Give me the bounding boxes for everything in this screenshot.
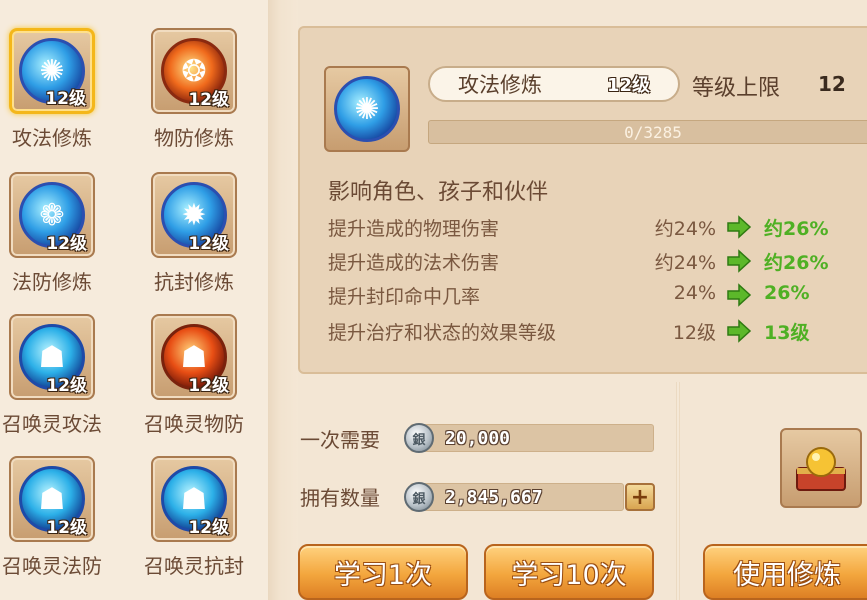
skill-level-badge: 12级 bbox=[188, 90, 229, 110]
skill-item-summon-seal-resist[interactable]: ☗ 12级 召唤灵抗封 bbox=[129, 456, 259, 596]
arrow-right-icon bbox=[727, 283, 752, 307]
learn-ten-button[interactable]: 学习10次 bbox=[484, 544, 654, 600]
skill-level-badge: 12级 bbox=[46, 518, 87, 538]
skill-detail-panel: ✺ 攻法修炼 12级 等级上限 12 0/3285 影响角色、孩子和伙伴 提升造… bbox=[298, 26, 867, 374]
skill-level-badge: 12级 bbox=[188, 234, 229, 254]
exp-progress-bar: 0/3285 bbox=[428, 120, 867, 144]
skill-icon-frame[interactable]: ✹ 12级 bbox=[151, 172, 237, 258]
stat-next: 26% bbox=[764, 282, 810, 304]
silver-coin-icon: 銀 bbox=[404, 482, 434, 512]
own-amount-label: 拥有数量 bbox=[300, 486, 380, 510]
skill-icon-frame[interactable]: ❂ 12级 bbox=[151, 28, 237, 114]
stat-row: 提升造成的物理伤害 约24% 约26% bbox=[328, 212, 848, 242]
affect-description: 影响角色、孩子和伙伴 bbox=[328, 180, 549, 205]
stat-label: 提升治疗和状态的效果等级 bbox=[328, 322, 557, 344]
skill-item-seal-resist[interactable]: ✹ 12级 抗封修炼 bbox=[129, 172, 259, 312]
stat-row: 提升造成的法术伤害 约24% 约26% bbox=[328, 246, 848, 276]
detail-skill-level: 12级 bbox=[606, 75, 650, 96]
add-currency-button[interactable]: + bbox=[625, 483, 655, 511]
stat-label: 提升造成的物理伤害 bbox=[328, 218, 500, 240]
skill-level-badge: 12级 bbox=[188, 376, 229, 396]
skill-icon-frame[interactable]: ☗ 12级 bbox=[151, 314, 237, 400]
stat-row: 提升封印命中几率 24% 26% bbox=[328, 280, 848, 310]
skill-item-summon-physical-defense[interactable]: ☗ 12级 召唤灵物防 bbox=[129, 314, 259, 454]
stat-current: 约24% bbox=[654, 252, 716, 274]
skill-name-pill: 攻法修炼 12级 bbox=[428, 66, 680, 102]
exp-progress-text: 0/3285 bbox=[624, 122, 682, 142]
skill-name: 召唤灵攻法 bbox=[2, 412, 102, 436]
cost-per-value: 20,000 bbox=[410, 424, 654, 452]
skill-item-spell-defense[interactable]: ❁ 12级 法防修炼 bbox=[0, 172, 117, 312]
detail-icon-frame: ✺ bbox=[324, 66, 410, 152]
skill-name: 召唤灵抗封 bbox=[144, 554, 244, 578]
level-cap-value: 12 bbox=[818, 72, 846, 96]
skill-icon-frame[interactable]: ☗ 12级 bbox=[9, 314, 95, 400]
use-cultivation-item-button[interactable]: 使用修炼 bbox=[703, 544, 867, 600]
arrow-right-icon bbox=[727, 249, 752, 273]
panel-divider bbox=[268, 0, 298, 600]
stat-label: 提升造成的法术伤害 bbox=[328, 252, 500, 274]
skill-name: 召唤灵法防 bbox=[2, 554, 102, 578]
section-divider bbox=[676, 382, 680, 600]
skill-item-summon-spell-defense[interactable]: ☗ 12级 召唤灵法防 bbox=[0, 456, 117, 596]
learn-once-button[interactable]: 学习1次 bbox=[298, 544, 468, 600]
skill-name: 物防修炼 bbox=[154, 126, 234, 150]
skill-level-badge: 12级 bbox=[46, 234, 87, 254]
detail-skill-name: 攻法修炼 bbox=[458, 73, 542, 97]
skill-icon-frame[interactable]: ❁ 12级 bbox=[9, 172, 95, 258]
stat-next: 约26% bbox=[764, 252, 829, 274]
skill-item-spell-attack[interactable]: ✺ 12级 攻法修炼 bbox=[0, 28, 117, 168]
own-amount-value: 2,845,667 bbox=[410, 483, 624, 511]
skill-item-physical-defense[interactable]: ❂ 12级 物防修炼 bbox=[129, 28, 259, 168]
stat-current: 24% bbox=[673, 282, 716, 304]
arrow-right-icon bbox=[727, 319, 752, 343]
skill-icon-frame[interactable]: ✺ 12级 bbox=[9, 28, 95, 114]
stat-current: 约24% bbox=[654, 218, 716, 240]
skill-name: 召唤灵物防 bbox=[144, 412, 244, 436]
skill-name: 法防修炼 bbox=[12, 270, 92, 294]
skill-item-summon-spell-attack[interactable]: ☗ 12级 召唤灵攻法 bbox=[0, 314, 117, 454]
silver-coin-icon: 銀 bbox=[404, 423, 434, 453]
skill-list-panel: ✺ 12级 攻法修炼 ❂ 12级 物防修炼 ❁ 12级 法防修炼 ✹ 12级 抗… bbox=[0, 0, 268, 600]
stat-row: 提升治疗和状态的效果等级 12级 13级 bbox=[328, 316, 848, 346]
stat-current: 12级 bbox=[672, 322, 716, 344]
stat-next: 约26% bbox=[764, 218, 829, 240]
skill-name: 攻法修炼 bbox=[12, 126, 92, 150]
plus-icon: + bbox=[630, 484, 650, 510]
treasure-chest-icon bbox=[796, 447, 846, 491]
skill-level-badge: 12级 bbox=[46, 376, 87, 396]
cost-per-label: 一次需要 bbox=[300, 428, 380, 452]
skill-level-badge: 12级 bbox=[45, 89, 86, 109]
arrow-right-icon bbox=[727, 215, 752, 239]
level-cap-label: 等级上限 bbox=[692, 76, 781, 101]
stat-next: 13级 bbox=[764, 322, 810, 344]
skill-name: 抗封修炼 bbox=[154, 270, 234, 294]
skill-level-badge: 12级 bbox=[188, 518, 229, 538]
skill-icon-frame[interactable]: ☗ 12级 bbox=[9, 456, 95, 542]
spell-attack-icon: ✺ bbox=[334, 76, 400, 142]
skill-icon-frame[interactable]: ☗ 12级 bbox=[151, 456, 237, 542]
stat-label: 提升封印命中几率 bbox=[328, 286, 481, 308]
cultivation-item-slot[interactable] bbox=[780, 428, 862, 508]
